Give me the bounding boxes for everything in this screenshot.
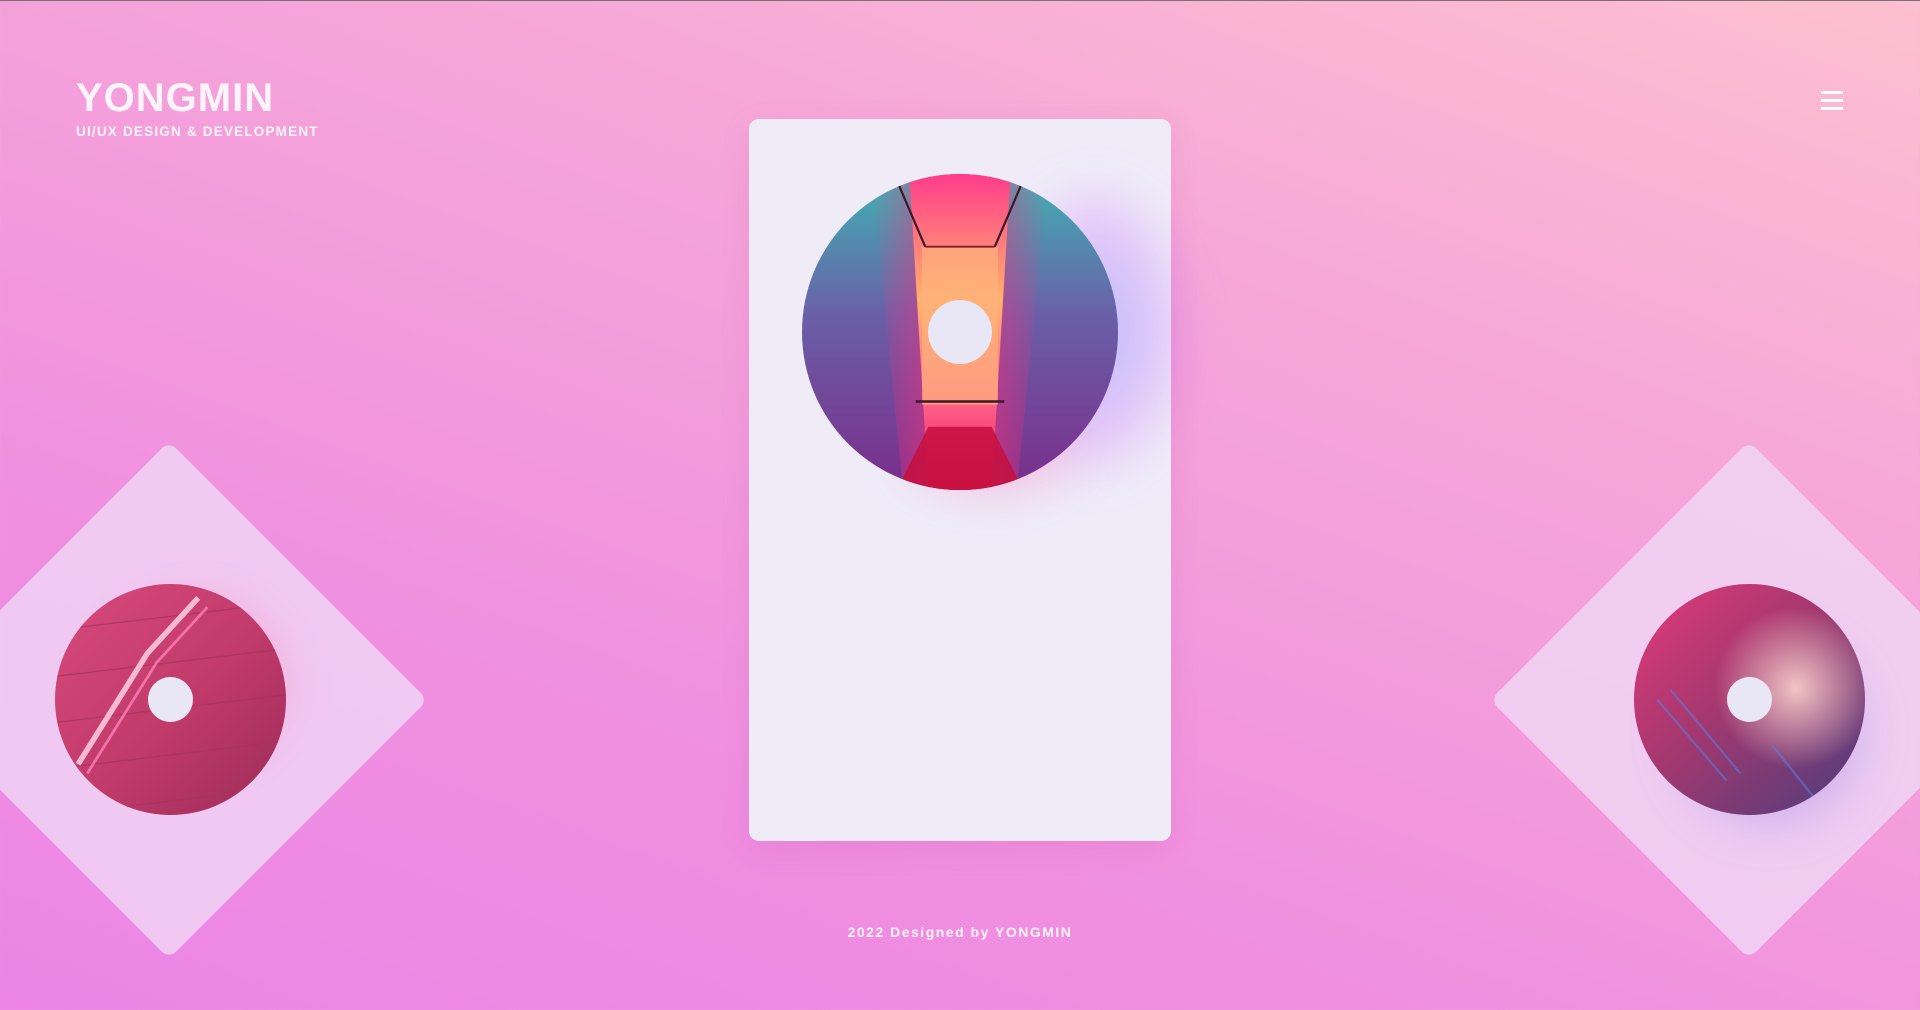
footer-credit: 2022 Designed by YONGMIN bbox=[847, 924, 1073, 940]
brand[interactable]: YONGMIN UI/UX DESIGN & DEVELOPMENT bbox=[76, 74, 319, 139]
disc-center-hole bbox=[148, 677, 193, 722]
menu-bar bbox=[1821, 99, 1843, 102]
brand-subtitle: UI/UX DESIGN & DEVELOPMENT bbox=[76, 124, 319, 139]
disc-center-hole bbox=[928, 300, 992, 364]
disc-center-hole bbox=[1727, 677, 1772, 722]
menu-bar bbox=[1821, 91, 1843, 94]
hamburger-menu-icon[interactable] bbox=[1818, 89, 1846, 113]
top-border-line bbox=[0, 0, 1920, 1]
menu-bar bbox=[1821, 107, 1843, 110]
brand-title[interactable]: YONGMIN bbox=[76, 74, 319, 122]
